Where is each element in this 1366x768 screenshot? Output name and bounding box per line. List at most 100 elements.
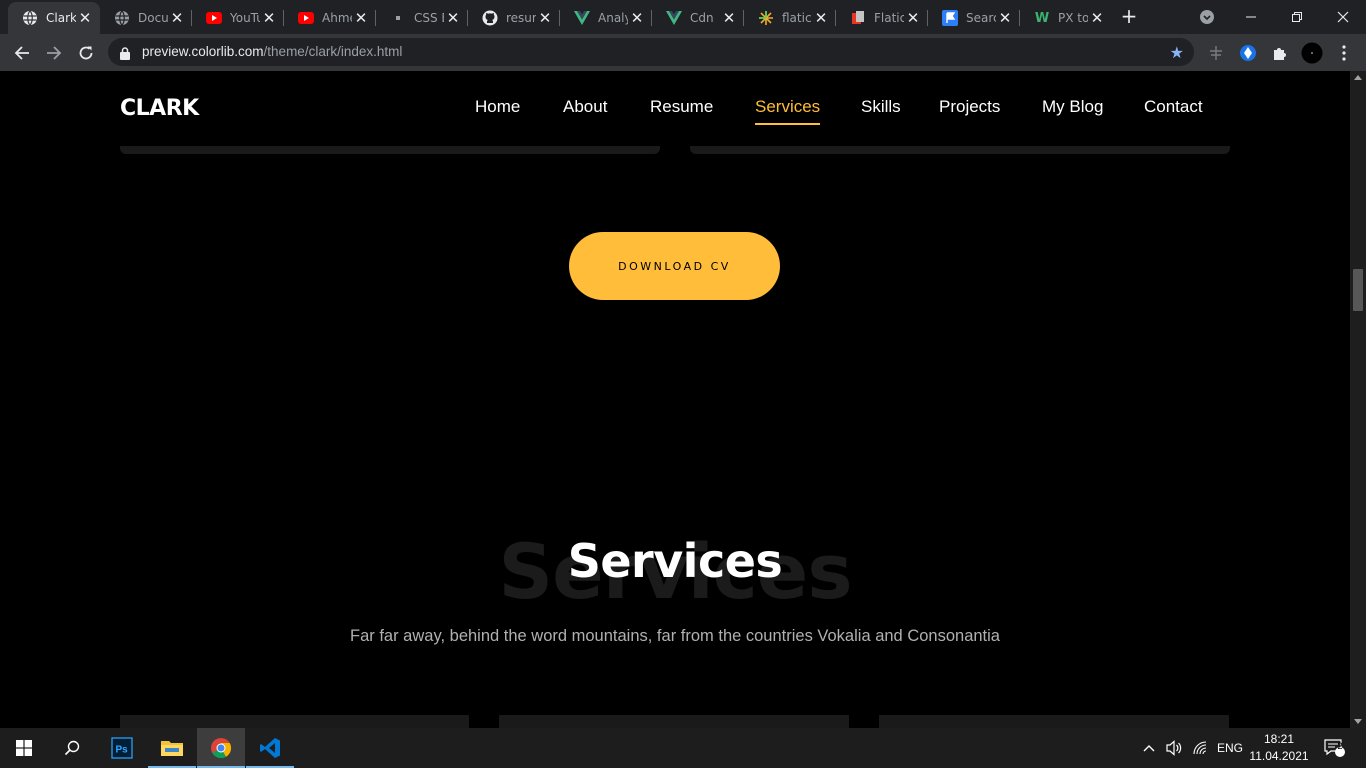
extensions-puzzle-icon[interactable]: [1267, 40, 1293, 66]
close-tab-icon[interactable]: ✕: [260, 9, 278, 27]
section-subtitle: Far far away, behind the word mountains,…: [350, 627, 1000, 645]
w-icon: W: [1034, 10, 1050, 26]
tab-title: Clark: [46, 11, 76, 25]
tab-clark[interactable]: Clark ✕: [8, 2, 100, 34]
tab-title: Cdn: [690, 11, 714, 25]
tab-cdn[interactable]: Cdn ✕: [652, 2, 744, 34]
url-host: preview.colorlib.com: [142, 44, 264, 59]
close-window-icon[interactable]: [1320, 0, 1366, 34]
tab-title: Ahme: [322, 11, 352, 25]
youtube-icon: [298, 10, 314, 26]
close-tab-icon[interactable]: ✕: [168, 9, 186, 27]
chrome-icon[interactable]: [197, 728, 245, 768]
vue-icon: [574, 10, 590, 26]
globe-icon: [114, 10, 130, 26]
tab-search[interactable]: Searc ✕: [928, 2, 1020, 34]
service-card: [879, 715, 1229, 728]
extension-cast-icon[interactable]: [1203, 40, 1229, 66]
tab-flaticon[interactable]: flatic ✕: [744, 2, 836, 34]
github-icon: [482, 10, 498, 26]
close-tab-icon[interactable]: ✕: [1088, 9, 1106, 27]
tab-docu[interactable]: Docu ✕: [100, 2, 192, 34]
tab-ahme[interactable]: Ahme ✕: [284, 2, 376, 34]
nav-contact[interactable]: Contact: [1144, 97, 1203, 117]
file-explorer-icon[interactable]: [148, 728, 196, 768]
chrome-menu-icon[interactable]: [1331, 40, 1357, 66]
nav-projects[interactable]: Projects: [939, 97, 1000, 117]
tab-css[interactable]: CSS B ✕: [376, 2, 468, 34]
back-arrow-icon[interactable]: [9, 40, 35, 66]
close-tab-icon[interactable]: ✕: [996, 9, 1014, 27]
browser-tab-strip: Clark ✕ Docu ✕ YouTu ✕ Ahme ✕ CSS B ✕: [0, 0, 1366, 34]
url-path: /theme/clark/index.html: [263, 44, 403, 59]
nav-services[interactable]: Services: [755, 97, 821, 125]
tab-title: Analy: [598, 11, 628, 25]
tab-search-dropdown-icon[interactable]: [1184, 0, 1230, 34]
lock-icon[interactable]: [120, 45, 130, 64]
notification-center-icon[interactable]: 2: [1324, 728, 1346, 768]
nav-skills[interactable]: Skills: [861, 97, 901, 117]
flaticon-icon: [758, 10, 774, 26]
service-card: [120, 715, 469, 728]
photoshop-icon[interactable]: Ps: [98, 728, 146, 768]
volume-icon[interactable]: [1165, 728, 1183, 768]
youtube-icon: [206, 10, 222, 26]
svg-text:Ps: Ps: [116, 745, 129, 756]
tab-title: resum: [506, 11, 536, 25]
close-tab-icon[interactable]: ✕: [720, 9, 738, 27]
language-indicator[interactable]: ENG: [1217, 728, 1243, 768]
clock-date: 11.04.2021: [1249, 749, 1309, 763]
tab-title: Flatic: [874, 11, 904, 25]
nav-resume[interactable]: Resume: [650, 97, 713, 117]
tab-title: YouTu: [230, 11, 260, 25]
tab-title: flatic: [782, 11, 812, 25]
show-hidden-icons-chevron-icon[interactable]: [1142, 728, 1156, 768]
reload-icon[interactable]: [73, 40, 99, 66]
close-tab-icon[interactable]: ✕: [904, 9, 922, 27]
profile-avatar[interactable]: [1299, 40, 1325, 66]
nav-about[interactable]: About: [563, 97, 607, 117]
service-card: [499, 715, 849, 728]
tab-youtube[interactable]: YouTu ✕: [192, 2, 284, 34]
tab-flaticon-2[interactable]: Flatic ✕: [836, 2, 928, 34]
nav-home[interactable]: Home: [475, 97, 520, 117]
scrollbar-thumb[interactable]: [1353, 269, 1363, 311]
address-bar[interactable]: preview.colorlib.com/theme/clark/index.h…: [108, 38, 1194, 66]
tab-resume[interactable]: resum ✕: [468, 2, 560, 34]
search-icon[interactable]: [48, 728, 96, 768]
close-tab-icon[interactable]: ✕: [76, 9, 94, 27]
extension-diamond-icon[interactable]: [1235, 40, 1261, 66]
tab-analy[interactable]: Analy ✕: [560, 2, 652, 34]
close-tab-icon[interactable]: ✕: [628, 9, 646, 27]
resume-card-left: [120, 146, 660, 154]
page-scrollbar[interactable]: [1350, 71, 1366, 728]
bookmark-star-icon[interactable]: ★: [1170, 43, 1184, 62]
taskbar-clock[interactable]: 18:21 11.04.2021: [1246, 731, 1312, 765]
wifi-icon[interactable]: [1192, 728, 1208, 768]
browser-toolbar: preview.colorlib.com/theme/clark/index.h…: [0, 34, 1366, 71]
scroll-down-arrow-icon[interactable]: [1354, 719, 1362, 724]
scroll-up-arrow-icon[interactable]: [1354, 75, 1362, 80]
new-tab-button[interactable]: +: [1118, 5, 1140, 27]
resume-card-right: [690, 146, 1230, 154]
forward-arrow-icon[interactable]: [41, 40, 67, 66]
close-tab-icon[interactable]: ✕: [444, 9, 462, 27]
vscode-icon[interactable]: [246, 728, 294, 768]
windows-start-icon[interactable]: [0, 728, 48, 768]
notification-count: 2: [1337, 741, 1343, 751]
web-page: CLARK Home About Resume Services Skills …: [0, 71, 1350, 728]
windows-taskbar: Ps ENG 18:21 11.04.2021 2: [0, 728, 1366, 768]
site-logo[interactable]: CLARK: [120, 96, 199, 121]
minimize-icon[interactable]: [1228, 0, 1274, 34]
vue-icon: [666, 10, 682, 26]
close-tab-icon[interactable]: ✕: [812, 9, 830, 27]
tab-title: CSS B: [414, 11, 444, 25]
close-tab-icon[interactable]: ✕: [536, 9, 554, 27]
restore-icon[interactable]: [1274, 0, 1320, 34]
flag-icon: [942, 10, 958, 26]
tab-px-to[interactable]: W PX to ✕: [1020, 2, 1112, 34]
nav-my-blog[interactable]: My Blog: [1042, 97, 1103, 117]
download-cv-button[interactable]: DOWNLOAD CV: [569, 232, 780, 300]
close-tab-icon[interactable]: ✕: [352, 9, 370, 27]
section-title: Services: [567, 534, 783, 588]
